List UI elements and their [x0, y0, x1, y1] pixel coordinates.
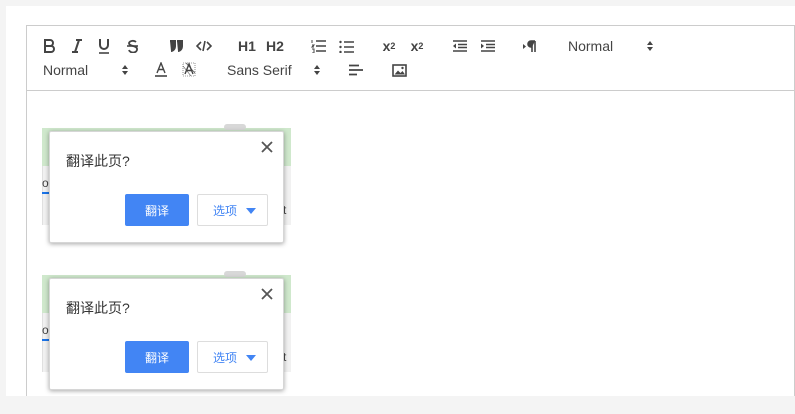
translate-button-label: 翻译 [144, 350, 169, 365]
strikethrough-icon[interactable] [124, 35, 140, 57]
translate-button[interactable]: 翻译 [125, 341, 189, 373]
select-arrows-icon [122, 65, 128, 75]
select-arrows-icon [314, 65, 320, 75]
ordered-list-icon[interactable] [310, 35, 326, 57]
header-format-select[interactable]: Normal [568, 35, 654, 57]
text-color-icon[interactable] [153, 59, 169, 81]
options-button-label: 选项 [213, 350, 238, 365]
blockquote-icon[interactable] [167, 35, 185, 57]
size-select-value: Normal [43, 62, 89, 78]
page-frame: H1 H2 x2 x2 Normal Normal Sans Serif o t… [6, 6, 795, 396]
align-icon[interactable] [347, 59, 363, 81]
h2-label: H2 [266, 38, 284, 54]
dialog-title: 翻译此页? [66, 300, 130, 316]
font-family-select[interactable]: Sans Serif [227, 59, 321, 81]
screenshot-text-fragment: o [42, 323, 49, 337]
font-select-value: Sans Serif [227, 62, 292, 78]
font-size-select[interactable]: Normal [43, 59, 129, 81]
underline-icon[interactable] [96, 35, 112, 57]
bullet-list-icon[interactable] [338, 35, 354, 57]
background-color-icon[interactable] [181, 59, 197, 81]
italic-icon[interactable] [69, 35, 85, 57]
options-button[interactable]: 选项 [197, 194, 268, 226]
options-button[interactable]: 选项 [197, 341, 268, 373]
editor-content[interactable]: o t 翻译此页? 翻译 选项 o t 翻译此页? 翻译 选项 [27, 92, 794, 397]
close-icon[interactable] [260, 140, 274, 154]
header-2-button[interactable]: H2 [265, 35, 285, 57]
superscript-button[interactable]: x2 [407, 35, 427, 57]
translate-button[interactable]: 翻译 [125, 194, 189, 226]
translate-dialog: 翻译此页? 翻译 选项 [49, 131, 284, 243]
screenshot-tab [224, 271, 246, 277]
indent-icon[interactable] [479, 35, 495, 57]
bold-icon[interactable] [41, 35, 57, 57]
superscript-label: x [410, 38, 419, 54]
dialog-title: 翻译此页? [66, 153, 130, 169]
translate-dialog: 翻译此页? 翻译 选项 [49, 278, 284, 390]
outdent-icon[interactable] [451, 35, 467, 57]
image-icon[interactable] [390, 59, 408, 81]
translate-button-label: 翻译 [144, 203, 169, 218]
close-icon[interactable] [260, 287, 274, 301]
select-arrows-icon [647, 41, 653, 51]
header-1-button[interactable]: H1 [237, 35, 257, 57]
subscript-label: x [382, 38, 391, 54]
screenshot-text-fragment: o [42, 176, 49, 190]
h1-label: H1 [238, 38, 256, 54]
text-direction-icon[interactable] [521, 35, 541, 57]
code-block-icon[interactable] [195, 35, 213, 57]
caret-down-icon [246, 355, 256, 361]
header-select-value: Normal [568, 38, 614, 54]
screenshot-tab [224, 124, 246, 130]
rich-text-editor: H1 H2 x2 x2 Normal Normal Sans Serif o t… [26, 25, 795, 396]
caret-down-icon [246, 208, 256, 214]
editor-toolbar: H1 H2 x2 x2 Normal Normal Sans Serif [27, 26, 794, 91]
subscript-button[interactable]: x2 [379, 35, 399, 57]
options-button-label: 选项 [213, 203, 238, 218]
